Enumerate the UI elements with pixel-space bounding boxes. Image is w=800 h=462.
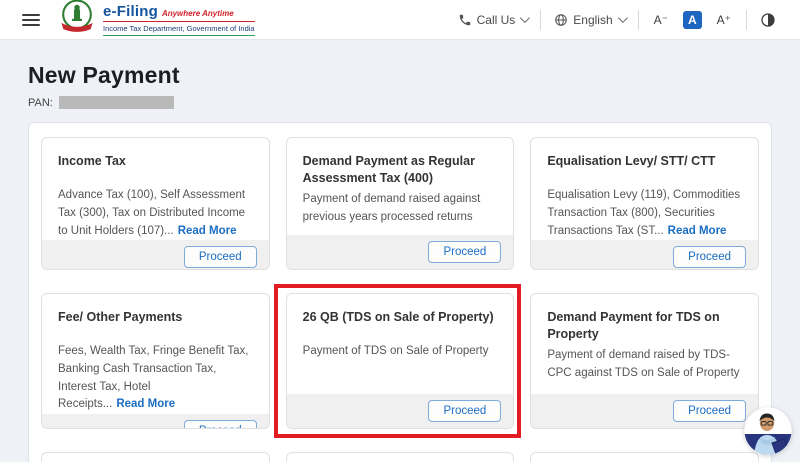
phone-icon: [458, 13, 472, 27]
card-description: Fees, Wealth Tax, Fringe Benefit Tax, Ba…: [58, 343, 253, 414]
proceed-button[interactable]: Proceed: [673, 246, 746, 268]
language-selector[interactable]: English: [554, 13, 624, 27]
proceed-button[interactable]: Proceed: [428, 241, 501, 263]
card-description: Payment of demand raised against previou…: [303, 191, 498, 227]
top-header: e-Filing Anywhere Anytime Income Tax Dep…: [0, 0, 800, 40]
hamburger-menu-icon[interactable]: [22, 14, 40, 26]
brand-tagline: Anywhere Anytime: [162, 9, 234, 18]
pan-label: PAN:: [28, 97, 53, 109]
card-title: Fee/ Other Payments: [58, 309, 253, 339]
card-fee-other-payments: Fee/ Other Payments Fees, Wealth Tax, Fr…: [41, 293, 270, 429]
card-income-tax: Income Tax Advance Tax (100), Self Asses…: [41, 137, 270, 270]
card-description: Payment of demand raised by TDS-CPC agai…: [547, 347, 742, 383]
read-more-link[interactable]: Read More: [178, 225, 237, 237]
pan-redacted-value: [59, 96, 174, 109]
divider: [540, 10, 541, 30]
language-label: English: [573, 13, 612, 27]
card-partial: [286, 452, 515, 462]
chevron-down-icon: [520, 13, 530, 23]
font-size-normal-button[interactable]: A: [683, 11, 702, 29]
income-tax-emblem-icon: [58, 0, 96, 41]
proceed-button[interactable]: Proceed: [184, 420, 257, 429]
card-partial: [530, 452, 759, 462]
proceed-button[interactable]: Proceed: [184, 246, 257, 268]
card-partial: [41, 452, 270, 462]
page-title: New Payment: [28, 62, 772, 89]
card-demand-tds-property: Demand Payment for TDS on Property Payme…: [530, 293, 759, 429]
card-description: Advance Tax (100), Self Assessment Tax (…: [58, 187, 253, 240]
globe-icon: [554, 13, 568, 27]
card-title: Demand Payment as Regular Assessment Tax…: [303, 153, 498, 187]
proceed-button[interactable]: Proceed: [428, 400, 501, 422]
chatbot-avatar[interactable]: [744, 407, 792, 455]
brand-department-line: Income Tax Department, Government of Ind…: [103, 22, 255, 36]
font-size-increase-button[interactable]: A⁺: [715, 12, 733, 28]
card-title: Demand Payment for TDS on Property: [547, 309, 742, 343]
brand-name: e-Filing: [103, 3, 158, 20]
call-us-menu[interactable]: Call Us: [458, 13, 528, 27]
payment-options-panel: Income Tax Advance Tax (100), Self Asses…: [28, 122, 772, 462]
card-title: 26 QB (TDS on Sale of Property): [303, 309, 498, 339]
chevron-down-icon: [618, 13, 628, 23]
card-demand-regular-assessment: Demand Payment as Regular Assessment Tax…: [286, 137, 515, 270]
divider: [638, 10, 639, 30]
read-more-link[interactable]: Read More: [116, 398, 175, 410]
read-more-link[interactable]: Read More: [668, 225, 727, 237]
payment-card-grid: Income Tax Advance Tax (100), Self Asses…: [41, 137, 759, 462]
call-us-label: Call Us: [477, 13, 516, 27]
pan-row: PAN:: [28, 96, 772, 109]
card-title: Income Tax: [58, 153, 253, 183]
contrast-toggle-icon[interactable]: [760, 12, 776, 28]
card-description: Payment of TDS on Sale of Property: [303, 343, 498, 361]
card-description: Equalisation Levy (119), Commodities Tra…: [547, 187, 742, 240]
efiling-logo: e-Filing Anywhere Anytime Income Tax Dep…: [58, 0, 255, 41]
card-26qb-tds-sale-property: 26 QB (TDS on Sale of Property) Payment …: [286, 293, 515, 429]
font-size-decrease-button[interactable]: A⁻: [652, 12, 670, 28]
card-equalisation-levy: Equalisation Levy/ STT/ CTT Equalisation…: [530, 137, 759, 270]
proceed-button[interactable]: Proceed: [673, 400, 746, 422]
card-title: Equalisation Levy/ STT/ CTT: [547, 153, 742, 183]
divider: [746, 10, 747, 30]
